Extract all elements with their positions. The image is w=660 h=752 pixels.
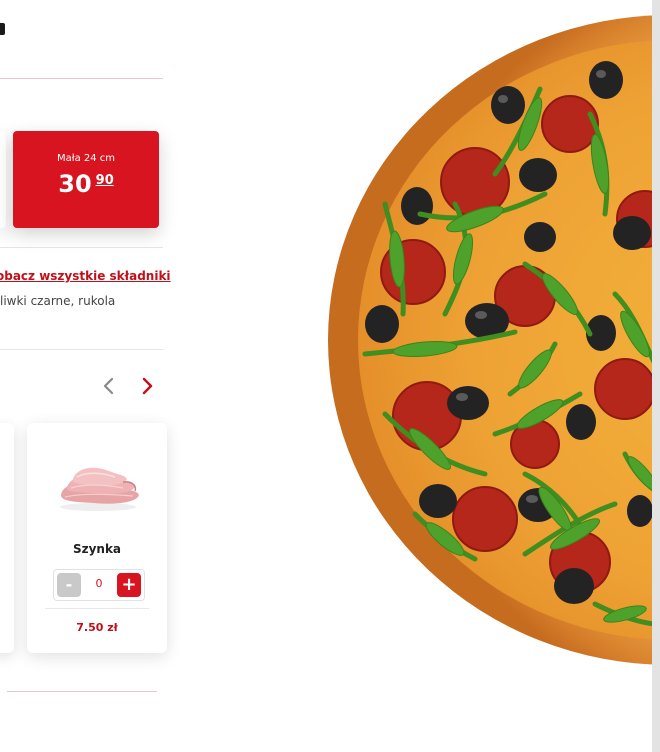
increase-quantity-button[interactable]: + [117,573,141,597]
addons-next-button[interactable] [137,376,157,396]
size-option-small[interactable]: Mała 24 cm 30 90 [13,131,159,228]
footer-divider [7,691,157,692]
addon-name: Szynka [72,542,122,556]
decrease-quantity-button[interactable]: - [57,573,81,597]
chevron-right-icon [142,377,153,395]
addon-card-szynka[interactable]: Szynka - 0 + 7.50 zł [27,423,167,653]
price-main: 30 [58,170,92,198]
see-all-ingredients-link[interactable]: obacz wszystkie składniki [0,269,171,283]
addon-card-previous[interactable] [0,423,14,653]
addon-divider [45,608,149,609]
size-divider [0,247,163,248]
ingredients-list: liwki czarne, rukola [0,294,116,308]
ingredients-divider [0,349,163,350]
addons-prev-button[interactable] [99,376,119,396]
size-option-previous[interactable] [0,131,6,228]
scrollbar-track[interactable] [652,0,660,752]
ham-image [60,467,139,511]
price-cents: 90 [95,173,114,188]
quantity-stepper: - 0 + [53,569,145,601]
title-fragment [0,23,5,35]
size-option-price: 30 90 [13,172,159,196]
size-option-label: Mała 24 cm [56,153,116,164]
header-divider [0,78,163,79]
pizza-product-page: Mała 24 cm 30 90 obacz wszystkie składnik… [0,0,660,752]
pizza-image [328,15,660,665]
addon-price: 7.50 zł [76,621,118,634]
quantity-value[interactable]: 0 [84,577,114,590]
chevron-left-icon [103,377,114,395]
